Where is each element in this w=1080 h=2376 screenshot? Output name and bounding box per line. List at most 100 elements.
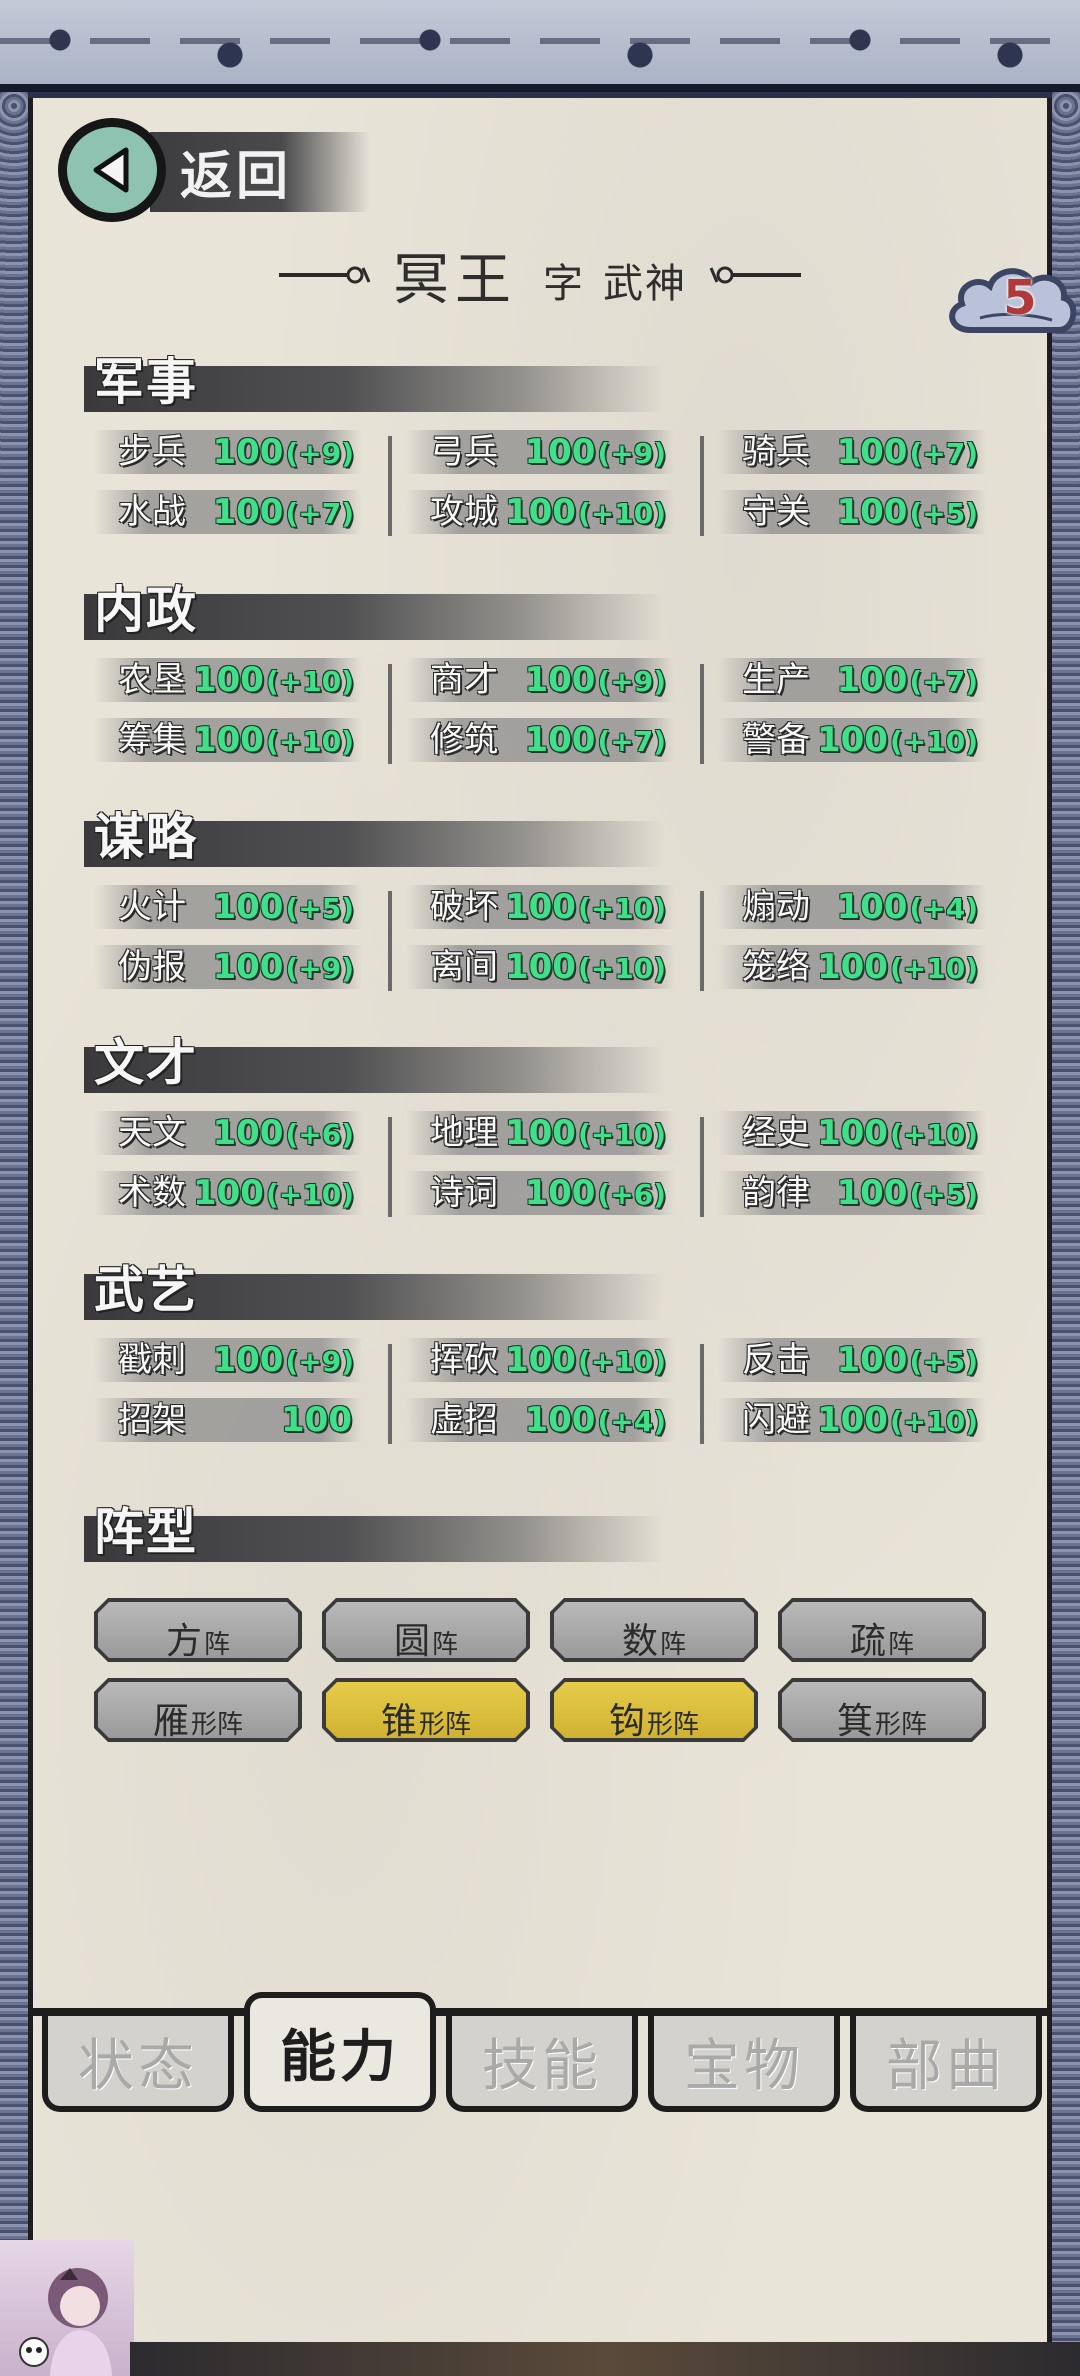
stat-name: 骑兵 [742,432,810,472]
stat-name: 招架 [118,1400,186,1440]
formation-main-label: 锥 [380,1701,417,1742]
avatar[interactable] [0,2240,134,2376]
stat-bonus: (+9) [285,1345,354,1378]
section-title: 阵型 [94,1503,198,1561]
stat-base-value: 100 [836,492,908,532]
stat-item: 反击 100(+5) [718,1338,986,1382]
formation-button[interactable]: 钩形阵 [550,1678,758,1742]
stat-base-value: 100 [836,1340,908,1380]
formation-button[interactable]: 数阵 [550,1598,758,1662]
formation-button-face[interactable]: 雁形阵 [98,1682,298,1738]
stat-item: 招架 100 [94,1398,362,1442]
stat-item: 闪避 100(+10) [718,1398,986,1442]
column-divider [700,1344,704,1444]
formation-button[interactable]: 箕形阵 [778,1678,986,1742]
formation-button[interactable]: 圆阵 [322,1598,530,1662]
tab-label: 宝物 [684,2033,804,2099]
stat-item: 虚招 100(+4) [406,1398,674,1442]
stat-name: 反击 [742,1340,810,1380]
stat-value: 100(+4) [524,1398,666,1448]
stat-item: 守关 100(+5) [718,490,986,534]
avatar-portrait-icon [19,2268,112,2376]
formation-button[interactable]: 雁形阵 [94,1678,302,1742]
formation-button-face[interactable]: 疏阵 [782,1602,982,1658]
stat-name: 守关 [742,492,810,532]
formation-button-face[interactable]: 数阵 [554,1602,754,1658]
stat-value: 100(+5) [836,1171,978,1221]
stat-value: 100(+10) [505,1338,666,1388]
stat-item: 农垦 100(+10) [94,658,362,702]
stat-base-value: 100 [504,1340,576,1380]
stat-grid: 步兵 100(+9) 弓兵 100(+9) 骑兵 100(+7) 水战 100(+7) 攻城 10… [84,412,1004,552]
stat-base-value: 100 [504,492,576,532]
formation-sub-label: 阵 [660,1630,687,1660]
stat-bonus: (+9) [597,665,666,698]
tab-4[interactable]: 部曲 [850,2016,1042,2112]
section-header: 谋略 [84,797,1004,867]
section-header: 内政 [84,570,1004,640]
tab-3[interactable]: 宝物 [648,2016,840,2112]
stat-base-value: 100 [212,1340,284,1380]
badge-number: 5 [1003,270,1037,326]
formation-button[interactable]: 锥形阵 [322,1678,530,1742]
formation-main-label: 疏 [849,1621,886,1662]
stat-item: 地理 100(+10) [406,1111,674,1155]
left-ornament-icon [279,266,371,284]
stat-name: 步兵 [118,432,186,472]
stat-base-value: 100 [836,1173,908,1213]
formation-grid: 方阵圆阵数阵疏阵雁形阵锥形阵钩形阵箕形阵 [94,1598,994,1748]
section-title: 军事 [94,353,198,411]
stat-bonus: (+5) [909,1178,978,1211]
column-divider [700,664,704,764]
column-divider [700,436,704,536]
stat-value: 100(+10) [505,945,666,995]
tab-label: 部曲 [886,2033,1006,2099]
character-name: 冥王 [393,247,517,313]
stat-item: 戳刺 100(+9) [94,1338,362,1382]
bottom-decor-strip [130,2342,1080,2376]
stat-item: 术数 100(+10) [94,1171,362,1215]
formation-button-face[interactable]: 箕形阵 [782,1682,982,1738]
stat-name: 诗词 [430,1173,498,1213]
stat-item: 天文 100(+6) [94,1111,362,1155]
formation-button-face[interactable]: 钩形阵 [554,1682,754,1738]
tab-1[interactable]: 能力 [244,1992,436,2112]
back-label[interactable]: 返回 [180,134,292,209]
section-header: 阵型 [84,1492,1004,1562]
stat-base-value: 100 [836,887,908,927]
stat-base-value: 100 [212,887,284,927]
back-button[interactable] [58,118,166,222]
formation-button-face[interactable]: 方阵 [98,1602,298,1658]
stat-grid: 天文 100(+6) 地理 100(+10) 经史 100(+10) 术数 100(+10) 诗… [84,1093,1004,1233]
formation-button[interactable]: 方阵 [94,1598,302,1662]
stat-value: 100(+5) [836,1338,978,1388]
stat-name: 戳刺 [118,1340,186,1380]
stat-value: 100(+10) [505,885,666,935]
stat-name: 火计 [118,887,186,927]
stat-value: 100(+10) [193,718,354,768]
stat-name: 商才 [430,660,498,700]
stat-base-value: 100 [816,1400,888,1440]
tab-label: 技能 [482,2033,602,2099]
stat-base-value: 100 [816,947,888,987]
bottom-tab-bar: 状态 能力 技能 宝物 部曲 [28,1992,1052,2118]
tab-2[interactable]: 技能 [446,2016,638,2112]
stat-base-value: 100 [836,660,908,700]
stat-name: 农垦 [118,660,186,700]
stat-value: 100(+7) [212,490,354,540]
section-0: 军事 步兵 100(+9) 弓兵 100(+9) 骑兵 100(+7) 水战 100(+7) 攻城… [84,342,1004,552]
stat-base-value: 100 [524,720,596,760]
stat-value: 100(+7) [836,658,978,708]
stat-bonus: (+6) [285,1118,354,1151]
column-divider [388,1117,392,1217]
stat-bonus: (+4) [597,1405,666,1438]
stat-value: 100(+5) [212,885,354,935]
formation-button-face[interactable]: 锥形阵 [326,1682,526,1738]
formation-button-face[interactable]: 圆阵 [326,1602,526,1658]
formation-button[interactable]: 疏阵 [778,1598,986,1662]
tab-0[interactable]: 状态 [42,2016,234,2112]
stat-bonus: (+9) [597,437,666,470]
section-title: 武艺 [94,1261,198,1319]
stat-item: 弓兵 100(+9) [406,430,674,474]
stat-name: 煽动 [742,887,810,927]
